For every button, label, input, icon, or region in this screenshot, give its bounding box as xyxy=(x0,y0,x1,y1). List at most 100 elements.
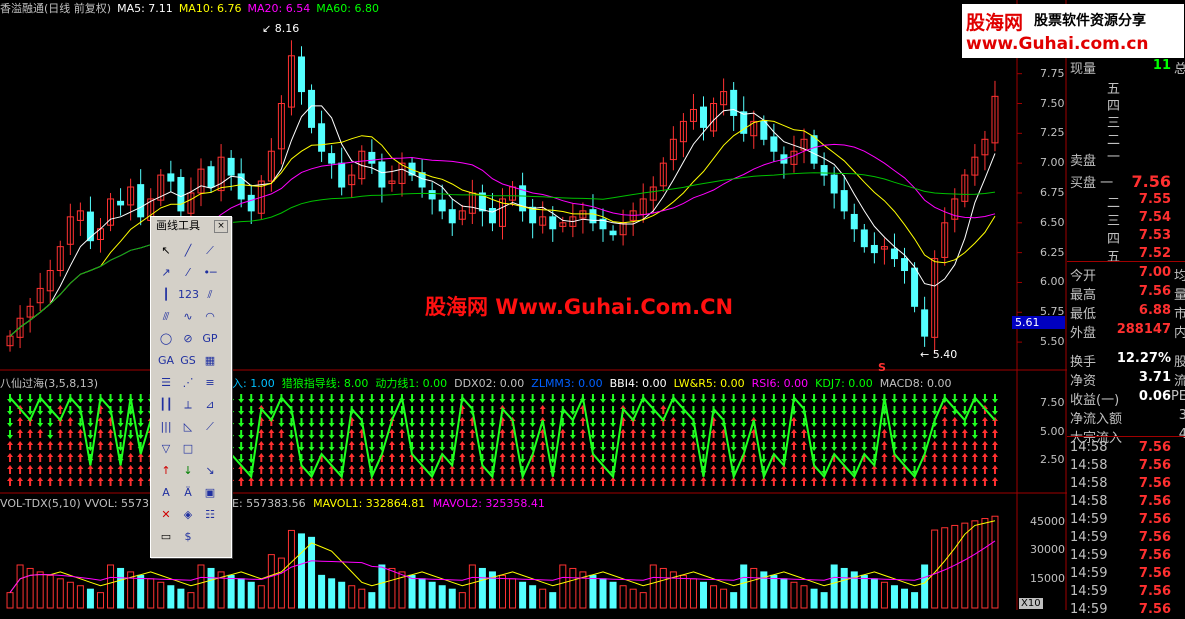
volume-bar xyxy=(870,578,878,609)
rect-icon[interactable]: □ xyxy=(178,440,198,458)
box-icon[interactable]: ▣ xyxy=(200,484,220,502)
candle-body xyxy=(850,213,858,230)
ray-icon[interactable]: ⟋ xyxy=(200,242,220,260)
sell-arrow-mark xyxy=(378,406,385,415)
price-axis-tick: 6.50 xyxy=(1040,215,1065,229)
down-arrow-icon[interactable]: ↓ xyxy=(178,462,198,480)
palette-icon[interactable]: ◈ xyxy=(178,506,198,524)
line-icon[interactable]: ╱ xyxy=(178,242,198,260)
buy-arrow-mark xyxy=(258,441,265,450)
buy-arrow-mark xyxy=(941,429,948,438)
volume-bar xyxy=(117,567,125,609)
gann-icon[interactable]: ⊿ xyxy=(200,396,220,414)
period-icon[interactable]: ┃┃ xyxy=(156,396,176,414)
channel-icon[interactable]: ⫻ xyxy=(156,308,176,326)
circle-icon[interactable]: ◯ xyxy=(156,330,176,348)
buy-arrow-mark xyxy=(37,429,44,438)
volume-bar xyxy=(308,536,316,609)
bars-icon[interactable]: ||| xyxy=(156,418,176,436)
delete-icon[interactable]: ✕ xyxy=(156,506,176,524)
tick-row: 14:58 7.56 xyxy=(1067,458,1185,475)
cross-arrow-icon[interactable]: ↘ xyxy=(200,462,220,480)
volume-bar xyxy=(16,564,24,609)
buy-arrow-mark xyxy=(137,453,144,462)
buy-arrow-mark xyxy=(127,453,134,462)
levels-icon[interactable]: ≡ xyxy=(200,374,220,392)
sell-arrow-mark xyxy=(519,418,526,427)
volume-axis-tick: 30000 xyxy=(1030,543,1065,557)
speed-icon[interactable]: ⟂ xyxy=(178,396,198,414)
fan-lines-icon[interactable]: ⟋ xyxy=(200,418,220,436)
row-label: 买盘 一 xyxy=(1070,176,1114,191)
sell-arrow-mark xyxy=(308,430,315,439)
arc-icon[interactable]: ◠ xyxy=(200,308,220,326)
price-axis-tick: 7.50 xyxy=(1040,96,1065,110)
fan-icon[interactable]: ⋰ xyxy=(178,374,198,392)
buy-arrow-mark xyxy=(790,441,797,450)
indicator-item: RSI6: 0.00 xyxy=(751,377,809,390)
buy-arrow-mark xyxy=(107,465,114,474)
bid-level-row: 四 7.53 xyxy=(1067,228,1185,247)
parallel-icon[interactable]: ⫽ xyxy=(200,286,220,304)
buy-arrow-mark xyxy=(770,465,777,474)
buy-arrow-mark xyxy=(871,477,878,486)
volume-bar xyxy=(46,574,54,609)
cross-circle-icon[interactable]: ⊘ xyxy=(178,330,198,348)
indicator-item: ZLMM3: 0.00 xyxy=(531,377,603,390)
wave-icon[interactable]: ∿ xyxy=(178,308,198,326)
volume-bar xyxy=(318,574,326,609)
sell-arrow-mark xyxy=(620,394,627,403)
text-icon[interactable]: A xyxy=(156,484,176,502)
brand-logo[interactable]: 股海网 股票软件资源分享 www.Guhai.com.cn xyxy=(962,4,1184,58)
123-icon[interactable]: 123 xyxy=(178,286,199,304)
buy-arrow-mark xyxy=(107,477,114,486)
list-icon[interactable]: ☷ xyxy=(200,506,220,524)
money-icon[interactable]: $ xyxy=(178,528,198,546)
sell-arrow-mark xyxy=(770,406,777,415)
price-axis-tick: 5.50 xyxy=(1040,335,1065,349)
price-axis-tick: 5.75 xyxy=(1040,305,1065,319)
toolbox-titlebar[interactable]: 画线工具 × xyxy=(151,217,231,235)
sell-arrow-mark xyxy=(770,394,777,403)
sell-arrow-mark xyxy=(368,418,375,427)
sell-arrow-mark xyxy=(489,406,496,415)
buy-arrow-mark xyxy=(7,441,14,450)
point-line-icon[interactable]: •─ xyxy=(200,264,220,282)
buy-arrow-mark xyxy=(790,477,797,486)
ruler-icon[interactable]: ▭ xyxy=(156,528,176,546)
sell-arrow-mark xyxy=(630,394,637,403)
buy-arrow-mark xyxy=(600,477,607,486)
fibo-icon[interactable]: ☰ xyxy=(156,374,176,392)
buy-arrow-mark xyxy=(710,453,717,462)
gann-fan-icon[interactable]: ◺ xyxy=(178,418,198,436)
gp-icon[interactable]: GP xyxy=(200,330,220,348)
buy-arrow-mark xyxy=(278,429,285,438)
ga-icon[interactable]: GA xyxy=(156,352,176,370)
gs-icon[interactable]: GS xyxy=(178,352,198,370)
sell-arrow-mark xyxy=(318,442,325,451)
vertical-line-icon[interactable]: ┃ xyxy=(156,286,176,304)
up-arrow-icon[interactable]: ↑ xyxy=(156,462,176,480)
sell-arrow-mark xyxy=(911,406,918,415)
buy-arrow-mark xyxy=(750,465,757,474)
text-edit-icon[interactable]: Ä xyxy=(178,484,198,502)
sell-arrow-mark xyxy=(409,394,416,403)
buy-arrow-mark xyxy=(630,465,637,474)
buy-arrow-mark xyxy=(77,441,84,450)
sell-arrow-mark xyxy=(519,430,526,439)
arrow-line-icon[interactable]: ↗ xyxy=(156,264,176,282)
sell-arrow-mark xyxy=(409,418,416,427)
extend-line-icon[interactable]: ⁄ xyxy=(178,264,198,282)
grid-icon[interactable]: ▦ xyxy=(200,352,220,370)
drawing-toolbox[interactable]: 画线工具 × ↖ ╱ ⟋↗ ⁄ •─┃ 123 ⫽⫻ ∿ ◠◯ ⊘ GPGA GS ▦☰ ⋰ ≡┃┃ ⟂ ⊿||… xyxy=(150,216,232,558)
blank-icon[interactable] xyxy=(200,440,220,458)
buy-arrow-mark xyxy=(640,477,647,486)
sell-arrow-mark xyxy=(67,406,74,415)
sell-arrow-mark xyxy=(449,394,456,403)
toolbox-close-button[interactable]: × xyxy=(214,220,228,233)
candle-body xyxy=(810,135,818,164)
panel-divider xyxy=(1067,261,1185,262)
sell-arrow-mark xyxy=(87,406,94,415)
cursor-icon[interactable]: ↖ xyxy=(156,242,176,260)
triangle-icon[interactable]: ▽ xyxy=(156,440,176,458)
